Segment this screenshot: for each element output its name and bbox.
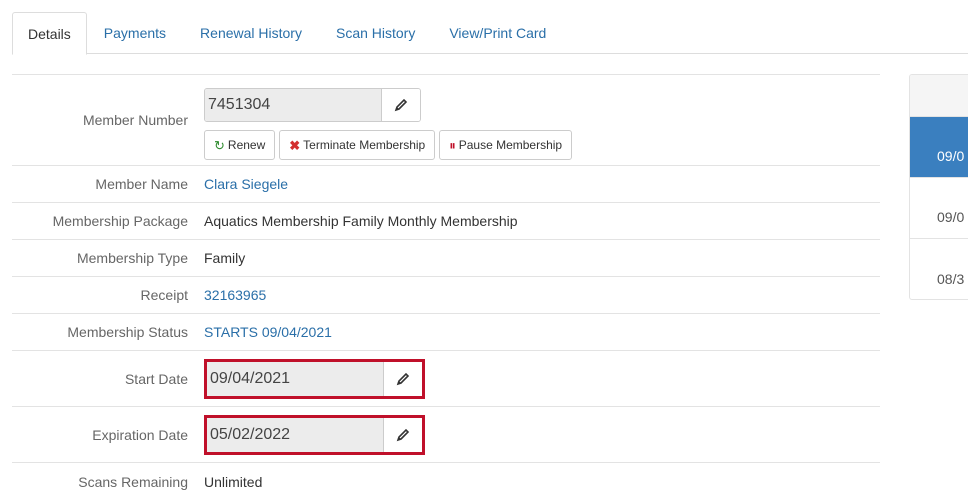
pause-membership-button[interactable]: ⏸ Pause Membership: [439, 130, 573, 160]
expiration-date-label: Expiration Date: [92, 426, 188, 443]
membership-status-value: STARTS 09/04/2021: [204, 324, 332, 340]
membership-actions: ↻ Renew ✖ Terminate Membership ⏸ Pause M…: [204, 130, 880, 160]
start-date-edit-button[interactable]: [384, 361, 422, 396]
history-side-panel: 09/0 09/0 08/3: [909, 74, 968, 300]
pause-icon: ⏸: [449, 137, 456, 153]
row-membership-status: Membership Status STARTS 09/04/2021: [12, 314, 880, 351]
expiration-date-edit-button[interactable]: [384, 417, 422, 452]
side-panel-item[interactable]: 09/0: [910, 117, 968, 178]
pencil-icon: [396, 428, 410, 441]
membership-type-value: Family: [204, 250, 246, 266]
expiration-date-input[interactable]: 05/02/2022: [207, 417, 384, 452]
tab-view-print-card[interactable]: View/Print Card: [432, 12, 563, 54]
row-membership-package: Membership Package Aquatics Membership F…: [12, 203, 880, 240]
row-expiration-date: Expiration Date 05/02/2022: [12, 407, 880, 463]
row-member-number: Member Number 7451304 ↻ Renew ✖ Terminat…: [12, 75, 880, 166]
side-panel-header: [910, 75, 968, 117]
tab-details[interactable]: Details: [12, 12, 87, 55]
renew-button[interactable]: ↻ Renew: [204, 130, 276, 160]
receipt-label: Receipt: [140, 287, 188, 303]
member-number-edit-button[interactable]: [382, 89, 420, 121]
side-panel-item[interactable]: 09/0: [910, 178, 968, 239]
start-date-field: 09/04/2021: [207, 361, 422, 396]
receipt-link[interactable]: 32163965: [204, 287, 880, 303]
side-panel-item[interactable]: 08/3: [910, 239, 968, 299]
row-scans-remaining: Scans Remaining Unlimited: [12, 463, 880, 493]
tab-payments[interactable]: Payments: [87, 12, 183, 54]
member-details-table: Member Number 7451304 ↻ Renew ✖ Terminat…: [12, 74, 880, 493]
row-start-date: Start Date 09/04/2021: [12, 351, 880, 407]
expiration-date-highlight: 05/02/2022: [204, 414, 425, 455]
tab-bar: Details Payments Renewal History Scan Hi…: [12, 12, 968, 55]
membership-package-value: Aquatics Membership Family Monthly Membe…: [204, 213, 518, 229]
pencil-icon: [394, 98, 408, 112]
membership-status-label: Membership Status: [67, 324, 188, 340]
member-number-input[interactable]: 7451304: [205, 89, 382, 121]
renew-label: Renew: [227, 138, 266, 152]
start-date-input[interactable]: 09/04/2021: [207, 361, 384, 396]
tab-scan-history[interactable]: Scan History: [319, 12, 432, 54]
expiration-date-field: 05/02/2022: [207, 417, 422, 452]
start-date-highlight: 09/04/2021: [204, 358, 425, 399]
member-name-link[interactable]: Clara Siegele: [204, 176, 880, 192]
row-member-name: Member Name Clara Siegele: [12, 166, 880, 203]
start-date-label: Start Date: [124, 370, 188, 387]
membership-type-label: Membership Type: [76, 250, 188, 266]
tab-renewal-history[interactable]: Renewal History: [183, 12, 319, 54]
close-icon: ✖: [289, 137, 301, 153]
scans-remaining-label: Scans Remaining: [78, 473, 188, 490]
member-number-label: Member Number: [82, 112, 188, 128]
member-number-field: 7451304: [204, 88, 421, 122]
refresh-icon: ↻: [214, 137, 225, 153]
terminate-membership-button[interactable]: ✖ Terminate Membership: [279, 130, 436, 160]
pencil-icon: [396, 372, 410, 385]
member-name-label: Member Name: [95, 176, 188, 192]
row-membership-type: Membership Type Family: [12, 240, 880, 277]
row-receipt: Receipt 32163965: [12, 277, 880, 314]
scans-remaining-value: Unlimited: [204, 473, 263, 490]
terminate-label: Terminate Membership: [303, 138, 426, 152]
pause-label: Pause Membership: [458, 138, 563, 152]
membership-package-label: Membership Package: [52, 213, 188, 229]
